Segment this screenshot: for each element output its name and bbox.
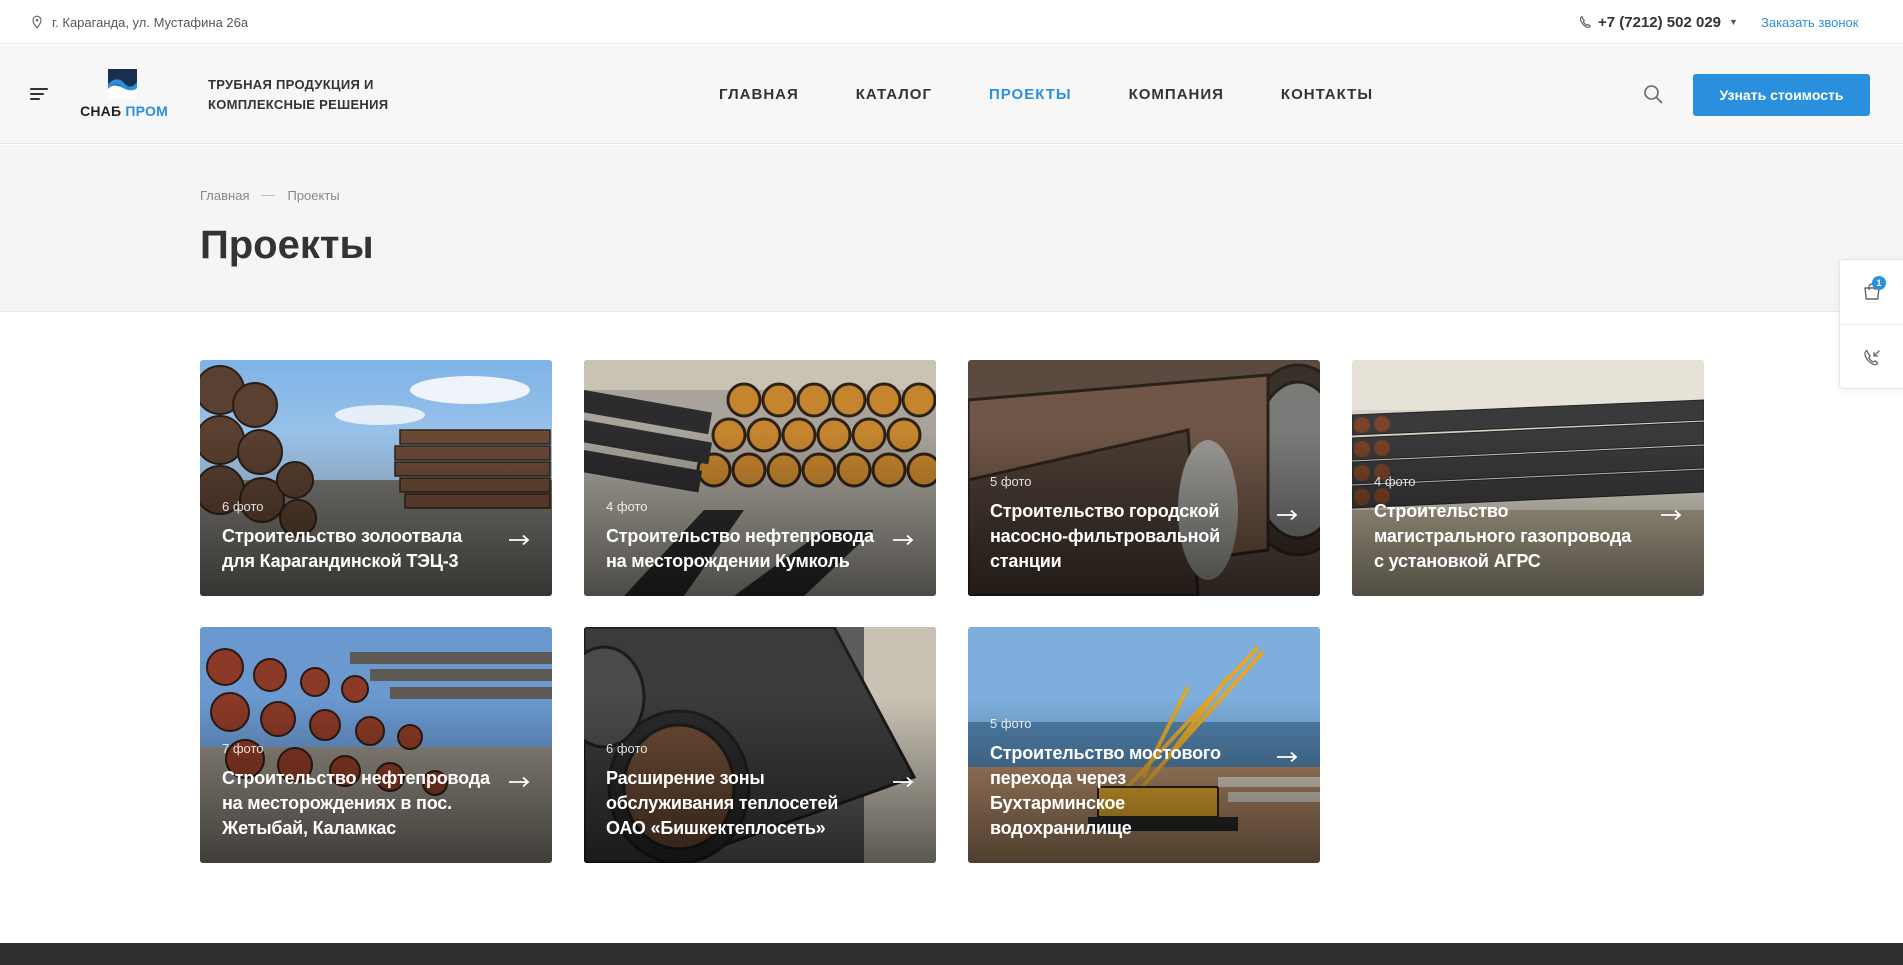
page-header: Главная Проекты Проекты	[0, 145, 1903, 312]
breadcrumb: Главная Проекты	[200, 188, 340, 203]
address-text: г. Караганда, ул. Мустафина 26а	[52, 14, 249, 30]
project-card[interactable]: 7 фото Строительство нефтепровода на мес…	[200, 627, 552, 863]
photo-count: 5 фото	[990, 716, 1032, 731]
photo-count: 5 фото	[990, 474, 1032, 489]
photo-count: 7 фото	[222, 741, 264, 756]
side-widget: 1	[1839, 259, 1903, 389]
phone-icon	[1579, 15, 1591, 28]
nav-item-home[interactable]: ГЛАВНАЯ	[719, 86, 799, 103]
photo-count: 6 фото	[222, 499, 264, 514]
arrow-right-icon[interactable]	[1276, 509, 1298, 521]
logo-mark-icon	[108, 69, 137, 99]
card-text: 4 фото Строительство магистрального газо…	[1374, 474, 1644, 574]
card-text: 5 фото Строительство городской насосно-ф…	[990, 474, 1260, 574]
arrow-right-icon[interactable]	[892, 534, 914, 546]
breadcrumb-home[interactable]: Главная	[200, 188, 249, 203]
arrow-right-icon[interactable]	[892, 776, 914, 788]
card-text: 4 фото Строительство нефтепровода на мес…	[606, 499, 876, 574]
project-title[interactable]: Строительство нефтепровода на месторожде…	[606, 524, 876, 574]
project-title[interactable]: Строительство нефтепровода на месторожде…	[222, 766, 492, 841]
nav-item-projects[interactable]: ПРОЕКТЫ	[989, 86, 1072, 103]
project-card[interactable]: 5 фото Строительство мостового перехода …	[968, 627, 1320, 863]
arrow-right-icon[interactable]	[508, 776, 530, 788]
arrow-right-icon[interactable]	[1660, 509, 1682, 521]
nav-item-company[interactable]: КОМПАНИЯ	[1129, 86, 1224, 103]
breadcrumb-separator	[261, 195, 276, 196]
footer	[0, 943, 1903, 965]
phone-selector[interactable]: +7 (7212) 502 029 ▼	[1578, 0, 1738, 44]
address: г. Караганда, ул. Мустафина 26а	[30, 0, 248, 44]
project-title[interactable]: Расширение зоны обслуживания теплосетей …	[606, 766, 876, 841]
project-card[interactable]: 5 фото Строительство городской насосно-ф…	[968, 360, 1320, 596]
card-text: 5 фото Строительство мостового перехода …	[990, 716, 1260, 841]
main-header: СНАБ ПРОМ ТРУБНАЯ ПРОДУКЦИЯ И КОМПЛЕКСНЫ…	[0, 45, 1903, 144]
cart-button[interactable]: 1	[1840, 260, 1903, 325]
phone-number[interactable]: +7 (7212) 502 029	[1598, 14, 1721, 31]
page-title: Проекты	[200, 223, 374, 267]
photo-count: 4 фото	[1374, 474, 1416, 489]
photo-count: 6 фото	[606, 741, 648, 756]
search-icon[interactable]	[1643, 84, 1663, 104]
projects-grid: 6 фото Строительство золоотвала для Кара…	[200, 360, 1704, 863]
arrow-right-icon[interactable]	[508, 534, 530, 546]
logo-text-part1: СНАБ	[80, 103, 122, 119]
nav-item-contacts[interactable]: КОНТАКТЫ	[1281, 86, 1373, 103]
card-text: 6 фото Расширение зоны обслуживания тепл…	[606, 741, 876, 841]
chevron-down-icon[interactable]: ▼	[1729, 17, 1738, 27]
callback-icon	[1864, 349, 1880, 365]
logo-text: СНАБ ПРОМ	[78, 103, 170, 119]
breadcrumb-current: Проекты	[287, 188, 340, 203]
project-card[interactable]: 4 фото Строительство магистрального газо…	[1352, 360, 1704, 596]
card-text: 6 фото Строительство золоотвала для Кара…	[222, 499, 492, 574]
nav-item-catalog[interactable]: КАТАЛОГ	[856, 86, 932, 103]
top-bar: г. Караганда, ул. Мустафина 26а +7 (7212…	[0, 0, 1903, 44]
project-title[interactable]: Строительство мостового перехода через Б…	[990, 741, 1260, 841]
logo[interactable]: СНАБ ПРОМ	[78, 69, 170, 123]
cart-count-badge: 1	[1872, 276, 1886, 290]
location-pin-icon	[32, 15, 42, 29]
photo-count: 4 фото	[606, 499, 648, 514]
project-card[interactable]: 6 фото Расширение зоны обслуживания тепл…	[584, 627, 936, 863]
menu-icon[interactable]	[30, 88, 48, 100]
order-call-link[interactable]: Заказать звонок	[1761, 0, 1858, 44]
project-card[interactable]: 6 фото Строительство золоотвала для Кара…	[200, 360, 552, 596]
main-nav: ГЛАВНАЯ КАТАЛОГ ПРОЕКТЫ КОМПАНИЯ КОНТАКТ…	[719, 45, 1430, 144]
project-title[interactable]: Строительство магистрального газопровода…	[1374, 499, 1644, 574]
logo-text-part2: ПРОМ	[125, 103, 168, 119]
get-price-button[interactable]: Узнать стоимость	[1693, 74, 1870, 116]
callback-button[interactable]	[1840, 325, 1903, 390]
project-title[interactable]: Строительство золоотвала для Карагандинс…	[222, 524, 492, 574]
card-text: 7 фото Строительство нефтепровода на мес…	[222, 741, 492, 841]
project-card[interactable]: 4 фото Строительство нефтепровода на мес…	[584, 360, 936, 596]
project-title[interactable]: Строительство городской насосно-фильтров…	[990, 499, 1260, 574]
arrow-right-icon[interactable]	[1276, 751, 1298, 763]
tagline: ТРУБНАЯ ПРОДУКЦИЯ И КОМПЛЕКСНЫЕ РЕШЕНИЯ	[208, 77, 389, 112]
